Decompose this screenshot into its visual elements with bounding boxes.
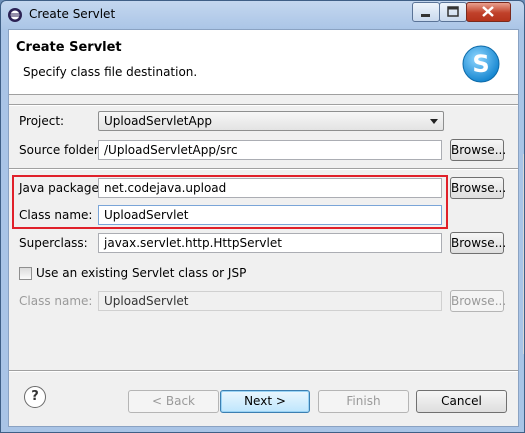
help-icon[interactable]: ? [24, 386, 46, 408]
source-folder-browse-button[interactable]: Browse... [450, 139, 506, 161]
use-existing-label: Use an existing Servlet class or JSP [36, 266, 247, 280]
title-bar[interactable]: Create Servlet [1, 1, 524, 29]
servlet-s-icon: S [462, 45, 500, 83]
source-folder-label: Source folder: [19, 143, 103, 157]
superclass-browse-button[interactable]: Browse... [450, 232, 506, 254]
cancel-button[interactable]: Cancel [416, 390, 507, 413]
maximize-icon [447, 6, 459, 17]
project-value: UploadServletApp [104, 114, 212, 128]
back-button: < Back [128, 390, 219, 413]
minimize-button[interactable] [412, 2, 440, 22]
finish-button: Finish [318, 390, 409, 413]
superclass-field[interactable]: javax.servlet.http.HttpServlet [98, 233, 442, 253]
existing-class-name-label: Class name: [19, 294, 93, 308]
project-label: Project: [19, 114, 65, 128]
source-folder-field[interactable]: /UploadServletApp/src [98, 140, 442, 160]
separator [9, 104, 518, 106]
highlight-box [12, 175, 448, 229]
next-button[interactable]: Next > [220, 390, 310, 413]
page-description: Specify class file destination. [23, 65, 198, 79]
use-existing-checkbox[interactable] [19, 267, 32, 280]
window-title: Create Servlet [29, 7, 116, 21]
maximize-button[interactable] [439, 2, 467, 22]
separator [9, 370, 518, 372]
dialog-window: Create Servlet Create Servlet Specify cl… [0, 0, 525, 433]
project-select[interactable]: UploadServletApp [98, 111, 444, 131]
existing-class-browse-button: Browse... [450, 290, 506, 312]
superclass-label: Superclass: [19, 236, 88, 250]
page-title: Create Servlet [16, 40, 122, 55]
eclipse-icon [8, 8, 22, 22]
svg-text:S: S [472, 50, 489, 78]
close-icon [482, 6, 494, 17]
chevron-down-icon [430, 119, 438, 124]
existing-class-name-field: UploadServlet [98, 291, 442, 311]
java-package-browse-button[interactable]: Browse... [450, 177, 506, 199]
wizard-header: Create Servlet Specify class file destin… [9, 30, 518, 95]
dialog-body: Create Servlet Specify class file destin… [8, 29, 524, 427]
close-button[interactable] [466, 2, 511, 22]
separator [9, 168, 518, 170]
minimize-icon [421, 14, 430, 17]
